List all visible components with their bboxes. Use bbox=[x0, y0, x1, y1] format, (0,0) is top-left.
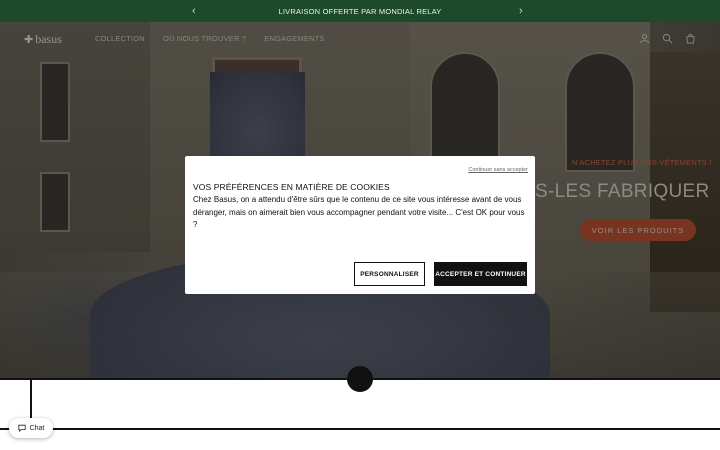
divider-line bbox=[0, 428, 720, 430]
announcement-text: LIVRAISON OFFERTE PAR MONDIAL RELAY bbox=[278, 6, 442, 16]
accept-and-continue-button[interactable]: ACCEPTER ET CONTINUER bbox=[434, 262, 527, 286]
cookie-consent-modal: Continuer sans accepter VOS PRÉFÉRENCES … bbox=[185, 156, 535, 294]
scroll-indicator-dot[interactable] bbox=[347, 366, 373, 392]
chat-label: Chat bbox=[29, 424, 45, 432]
chat-bubble-icon bbox=[17, 424, 26, 432]
continue-without-accepting-link[interactable]: Continuer sans accepter bbox=[468, 167, 528, 173]
cookie-modal-body: Chez Basus, on a attendu d'être sûrs que… bbox=[193, 195, 525, 229]
cookie-modal-title: VOS PRÉFÉRENCES EN MATIÈRE DE COOKIES bbox=[193, 182, 390, 192]
previous-announcement-arrow[interactable]: ‹ bbox=[192, 4, 196, 18]
next-announcement-arrow[interactable]: › bbox=[519, 4, 523, 18]
announcement-bar: ‹ LIVRAISON OFFERTE PAR MONDIAL RELAY › bbox=[0, 0, 720, 22]
chat-button[interactable]: Chat bbox=[9, 418, 53, 438]
customize-cookies-button[interactable]: PERSONNALISER bbox=[354, 262, 425, 286]
